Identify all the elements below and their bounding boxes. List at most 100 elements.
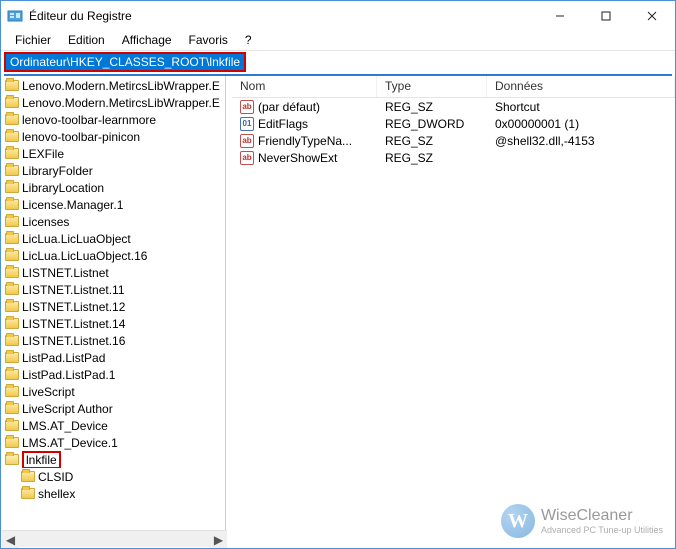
folder-icon <box>5 419 19 433</box>
tree-item-label: LISTNET.Listnet <box>22 266 109 280</box>
folder-icon <box>5 283 19 297</box>
address-highlight-box: Ordinateur\HKEY_CLASSES_ROOT\lnkfile <box>4 52 246 72</box>
titlebar[interactable]: Éditeur du Registre <box>1 1 675 31</box>
tree-item[interactable]: Licenses <box>1 213 225 230</box>
folder-icon <box>5 130 19 144</box>
tree-item-label: LicLua.LicLuaObject.16 <box>22 249 147 263</box>
tree-item-label: LMS.AT_Device <box>22 419 108 433</box>
tree-item-label: shellex <box>38 487 75 501</box>
folder-icon <box>5 215 19 229</box>
folder-icon <box>5 266 19 280</box>
scroll-left-icon[interactable]: ◀ <box>2 531 19 548</box>
cell-type: REG_SZ <box>377 151 487 165</box>
tree-item-label: License.Manager.1 <box>22 198 123 212</box>
folder-icon <box>5 436 19 450</box>
tree-item[interactable]: ListPad.ListPad.1 <box>1 366 225 383</box>
list-header: Nom Type Données <box>232 76 675 98</box>
window-title: Éditeur du Registre <box>29 9 132 23</box>
tree-item[interactable]: CLSID <box>1 468 225 485</box>
address-input[interactable]: Ordinateur\HKEY_CLASSES_ROOT\lnkfile <box>6 54 244 70</box>
tree-item[interactable]: LMS.AT_Device.1 <box>1 434 225 451</box>
tree-item[interactable]: LiveScript Author <box>1 400 225 417</box>
cell-type: REG_DWORD <box>377 117 487 131</box>
folder-icon <box>5 249 19 263</box>
folder-icon <box>5 334 19 348</box>
tree-item-label: LEXFile <box>22 147 64 161</box>
menu-view[interactable]: Affichage <box>114 31 180 49</box>
cell-type: REG_SZ <box>377 100 487 114</box>
tree-item[interactable]: LISTNET.Listnet <box>1 264 225 281</box>
cell-type: REG_SZ <box>377 134 487 148</box>
binary-value-icon: 01 <box>240 117 254 131</box>
table-row[interactable]: ab(par défaut)REG_SZShortcut <box>232 98 675 115</box>
tree-item-label: LiveScript <box>22 385 75 399</box>
tree-item-label: LicLua.LicLuaObject <box>22 232 131 246</box>
tree-item-label: LiveScript Author <box>22 402 113 416</box>
folder-icon <box>5 232 19 246</box>
table-row[interactable]: abFriendlyTypeNa...REG_SZ@shell32.dll,-4… <box>232 132 675 149</box>
tree-item-label: Licenses <box>22 215 69 229</box>
value-name: EditFlags <box>258 117 308 131</box>
folder-icon <box>5 385 19 399</box>
folder-icon <box>5 79 19 93</box>
tree-item[interactable]: LEXFile <box>1 145 225 162</box>
folder-icon <box>5 453 19 467</box>
tree-item[interactable]: LiveScript <box>1 383 225 400</box>
tree-item[interactable]: License.Manager.1 <box>1 196 225 213</box>
folder-icon <box>5 147 19 161</box>
table-row[interactable]: abNeverShowExtREG_SZ <box>232 149 675 166</box>
menubar: Fichier Edition Affichage Favoris ? <box>1 31 675 51</box>
tree-item[interactable]: lnkfile <box>1 451 225 468</box>
address-bar: Ordinateur\HKEY_CLASSES_ROOT\lnkfile <box>1 51 675 73</box>
tree-item[interactable]: Lenovo.Modern.MetircsLibWrapper.E <box>1 94 225 111</box>
maximize-button[interactable] <box>583 1 629 31</box>
tree-item-label: LISTNET.Listnet.12 <box>22 300 125 314</box>
table-row[interactable]: 01EditFlagsREG_DWORD0x00000001 (1) <box>232 115 675 132</box>
tree-highlight-box: lnkfile <box>22 451 61 468</box>
content-area: Lenovo.Modern.MetircsLibWrapper.E Lenovo.… <box>1 76 675 548</box>
regedit-icon <box>7 8 23 24</box>
tree-item[interactable]: LibraryFolder <box>1 162 225 179</box>
tree-item[interactable]: lenovo-toolbar-learnmore <box>1 111 225 128</box>
tree-item-label: lenovo-toolbar-pinicon <box>22 130 140 144</box>
tree-item[interactable]: Lenovo.Modern.MetircsLibWrapper.E <box>1 77 225 94</box>
tree-item[interactable]: LISTNET.Listnet.11 <box>1 281 225 298</box>
menu-help[interactable]: ? <box>237 31 260 49</box>
scroll-right-icon[interactable]: ▶ <box>210 531 227 548</box>
column-type[interactable]: Type <box>377 76 487 97</box>
cell-name: abFriendlyTypeNa... <box>232 134 377 148</box>
value-name: (par défaut) <box>258 100 320 114</box>
tree-item-label: LMS.AT_Device.1 <box>22 436 118 450</box>
tree-item[interactable]: ListPad.ListPad <box>1 349 225 366</box>
folder-icon <box>21 487 35 501</box>
menu-file[interactable]: Fichier <box>7 31 59 49</box>
scroll-track[interactable] <box>19 531 210 547</box>
tree-item[interactable]: LISTNET.Listnet.12 <box>1 298 225 315</box>
menu-edit[interactable]: Edition <box>60 31 113 49</box>
value-name: NeverShowExt <box>258 151 337 165</box>
tree-item[interactable]: LISTNET.Listnet.16 <box>1 332 225 349</box>
folder-icon <box>5 198 19 212</box>
tree-item[interactable]: LicLua.LicLuaObject <box>1 230 225 247</box>
tree-item[interactable]: lenovo-toolbar-pinicon <box>1 128 225 145</box>
tree-item[interactable]: LISTNET.Listnet.14 <box>1 315 225 332</box>
tree-item-label: LibraryFolder <box>22 164 93 178</box>
menu-favorites[interactable]: Favoris <box>181 31 236 49</box>
tree-horizontal-scrollbar[interactable]: ◀ ▶ <box>2 530 227 547</box>
folder-icon <box>5 368 19 382</box>
minimize-button[interactable] <box>537 1 583 31</box>
registry-tree[interactable]: Lenovo.Modern.MetircsLibWrapper.E Lenovo.… <box>1 76 226 548</box>
close-button[interactable] <box>629 1 675 31</box>
tree-item[interactable]: LicLua.LicLuaObject.16 <box>1 247 225 264</box>
cell-data: @shell32.dll,-4153 <box>487 134 675 148</box>
values-pane: Nom Type Données ab(par défaut)REG_SZSho… <box>232 76 675 548</box>
folder-icon <box>5 351 19 365</box>
column-name[interactable]: Nom <box>232 76 377 97</box>
list-body[interactable]: ab(par défaut)REG_SZShortcut01EditFlagsR… <box>232 98 675 548</box>
tree-item-label: Lenovo.Modern.MetircsLibWrapper.E <box>22 96 220 110</box>
tree-item[interactable]: shellex <box>1 485 225 502</box>
column-data[interactable]: Données <box>487 76 675 97</box>
tree-item[interactable]: LibraryLocation <box>1 179 225 196</box>
tree-item-label: lenovo-toolbar-learnmore <box>22 113 156 127</box>
tree-item[interactable]: LMS.AT_Device <box>1 417 225 434</box>
